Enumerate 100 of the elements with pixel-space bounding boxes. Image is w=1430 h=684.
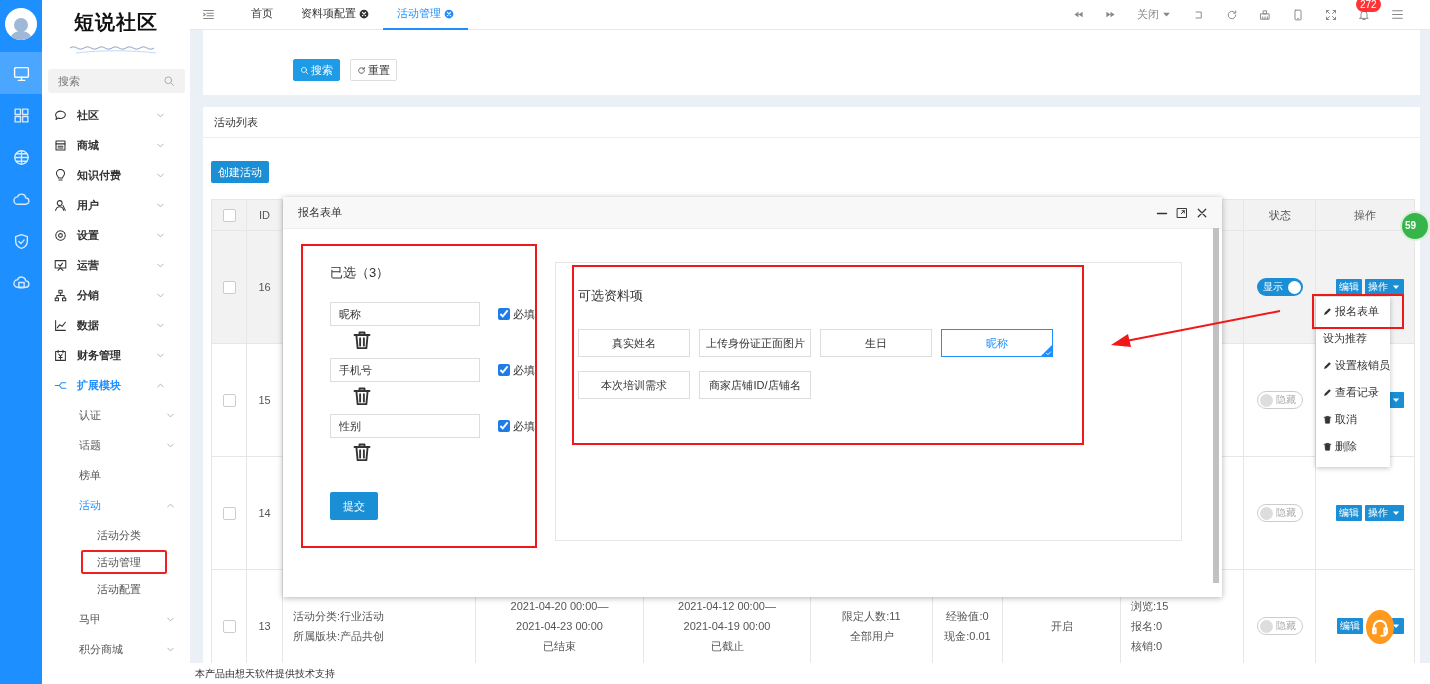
trash-icon (1323, 442, 1332, 451)
sidebar-item[interactable]: 分销 (42, 280, 190, 310)
globe-icon (12, 148, 30, 166)
sidebar-item[interactable]: 财务管理 (42, 340, 190, 370)
table-cell-text: 2021-04-12 00:00— (678, 599, 776, 614)
close-menu-button[interactable]: 关闭 (1137, 7, 1172, 22)
tab[interactable]: 首页 (237, 0, 287, 30)
rail-item[interactable] (0, 52, 42, 94)
sidebar-item[interactable]: 数据 (42, 310, 190, 340)
calendar-icon (54, 348, 67, 362)
field-option[interactable]: 生日 (820, 329, 932, 357)
check-corner-icon (1041, 345, 1052, 356)
search-field[interactable]: 搜索 (48, 69, 185, 93)
phone-icon[interactable] (1292, 8, 1304, 21)
trash-icon[interactable] (352, 330, 372, 350)
table-cell-text: 2021-04-19 00:00 (683, 619, 771, 634)
sidebar-item[interactable]: 知识付费 (42, 160, 190, 190)
menu-icon[interactable] (1391, 8, 1404, 21)
create-button[interactable]: 创建活动 (211, 161, 269, 183)
checkbox[interactable] (222, 506, 236, 520)
trash-icon[interactable] (352, 442, 372, 462)
scrollbar[interactable] (1213, 228, 1219, 583)
required-checkbox[interactable] (498, 308, 510, 320)
field-option[interactable]: 商家店铺ID/店铺名 (699, 371, 811, 399)
sidebar-item[interactable]: 用户 (42, 190, 190, 220)
user-icon (54, 198, 67, 212)
field-input[interactable]: 手机号 (330, 358, 480, 382)
fullscreen-icon[interactable] (1325, 8, 1337, 21)
table-cell-text: 15 (258, 393, 271, 408)
chat-icon (54, 108, 67, 122)
table-cell-text: 开启 (1050, 619, 1073, 634)
table-cell-text: 浏览:15 (1131, 599, 1169, 614)
checkbox[interactable] (222, 619, 236, 633)
menu-item[interactable]: 删除 (1316, 433, 1390, 460)
column-header: ID (259, 208, 270, 223)
maximize-icon[interactable] (1176, 206, 1188, 219)
notification-badge: 272 (1356, 0, 1381, 12)
submit-button[interactable]: 提交 (330, 492, 378, 520)
column-header: 状态 (1268, 208, 1291, 223)
required-checkbox[interactable] (498, 364, 510, 376)
menu-item[interactable]: 查看记录 (1316, 379, 1390, 406)
table-cell-text: 现金:0.01 (944, 629, 991, 644)
refresh-icon[interactable] (1226, 8, 1238, 21)
trash-icon[interactable] (352, 386, 372, 406)
sidebar-item[interactable]: 话题 (42, 430, 190, 460)
sidebar-item[interactable]: 运营 (42, 250, 190, 280)
menu-item[interactable]: 取消 (1316, 406, 1390, 433)
checkbox-label: 必填 (513, 306, 535, 322)
edit-button[interactable]: 编辑 (1336, 279, 1362, 295)
sidebar-item[interactable]: 认证 (42, 400, 190, 430)
dropdown-button[interactable]: 操作 (1365, 505, 1404, 521)
panel-title: 已选（3） (330, 264, 391, 282)
sidebar-item[interactable]: 活动配置 (81, 577, 167, 601)
menu-icon[interactable] (202, 8, 215, 21)
status-toggle[interactable]: 显示 (1256, 278, 1303, 296)
store-icon (54, 138, 67, 152)
dropdown-button[interactable]: 操作 (1365, 279, 1404, 295)
table-cell-text: 经验值:0 (946, 609, 989, 624)
reset-button[interactable]: 重置 (350, 59, 397, 81)
field-option[interactable]: 上传身份证正面图片 (699, 329, 811, 357)
hierarchy-icon (54, 288, 67, 302)
bracket-icon[interactable] (1193, 8, 1205, 21)
monitor-icon (12, 64, 30, 82)
rewind-icon[interactable] (1073, 9, 1084, 20)
sidebar-item[interactable]: 设置 (42, 220, 190, 250)
checkbox[interactable] (222, 393, 236, 407)
search-icon[interactable] (163, 75, 175, 87)
close-icon[interactable] (1196, 206, 1208, 219)
edit-button[interactable]: 编辑 (1337, 618, 1363, 634)
sidebar-item[interactable]: 活动管理 (81, 550, 167, 574)
checkbox[interactable] (222, 280, 236, 294)
field-option[interactable]: 真实姓名 (578, 329, 690, 357)
printer-icon[interactable] (1259, 8, 1271, 21)
fast-forward-icon[interactable] (1105, 9, 1116, 20)
table-cell-text: 活动分类:行业活动 (293, 609, 385, 624)
pencil-icon (1323, 361, 1332, 370)
field-input[interactable]: 昵称 (330, 302, 480, 326)
refresh-icon (357, 65, 366, 75)
pencil-icon (1323, 307, 1332, 316)
sidebar-item[interactable]: 马甲 (42, 604, 190, 634)
close-icon[interactable] (359, 8, 369, 19)
field-option[interactable]: 本次培训需求 (578, 371, 690, 399)
sidebar-item[interactable]: 榜单 (42, 460, 190, 490)
edit-button[interactable]: 编辑 (1336, 505, 1362, 521)
menu-item[interactable]: 设置核销员 (1316, 352, 1390, 379)
required-checkbox[interactable] (498, 420, 510, 432)
column-header: 操作 (1354, 208, 1376, 223)
menu-item[interactable]: 报名表单 (1316, 298, 1400, 325)
field-input[interactable]: 性别 (330, 414, 480, 438)
table-cell-text: 所属版块:产品共创 (293, 629, 385, 644)
checkbox-label: 必填 (513, 362, 535, 378)
sidebar-item[interactable]: 社区 (42, 100, 190, 130)
sidebar-item[interactable]: 活动分类 (81, 523, 167, 547)
avatar[interactable] (5, 8, 37, 40)
checkbox[interactable] (222, 208, 236, 222)
tab[interactable]: 资料项配置 (287, 0, 383, 30)
logo: 短说社区 (74, 9, 158, 35)
sidebar-item[interactable]: 积分商城 (42, 634, 190, 664)
sidebar-item[interactable]: 商城 (42, 130, 190, 160)
menu-item[interactable]: 设为推荐 (1316, 325, 1390, 352)
